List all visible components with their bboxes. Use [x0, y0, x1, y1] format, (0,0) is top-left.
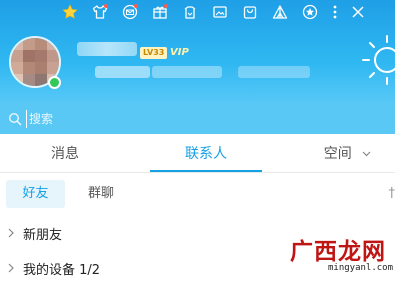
online-status-indicator: [48, 76, 61, 89]
signature-blurred: [152, 66, 222, 78]
close-icon[interactable]: [345, 0, 371, 24]
bag-icon[interactable]: [235, 0, 265, 24]
mail-icon[interactable]: [115, 0, 145, 24]
image-icon[interactable]: [205, 0, 235, 24]
signature-blurred: [95, 66, 150, 78]
search-bar: 搜索: [0, 104, 395, 134]
main-tabs: 消息 联系人 空间: [0, 134, 395, 173]
list-item-label: 新朋友: [23, 224, 62, 243]
subtab-friends[interactable]: 好友: [6, 180, 65, 208]
weather-sun-icon[interactable]: [359, 32, 395, 92]
qzone-icon[interactable]: [295, 0, 325, 24]
tab-contacts-label: 联系人: [185, 146, 227, 162]
watermark-url: mingyanl.com: [328, 263, 393, 273]
nickname-blurred: [77, 42, 137, 56]
top-toolbar: [55, 0, 371, 24]
star-icon[interactable]: [55, 0, 85, 24]
watermark: 广西龙网 mingyanl.com: [290, 232, 390, 280]
more-vertical-icon[interactable]: [325, 0, 345, 24]
level-badge[interactable]: LV33: [140, 47, 167, 59]
vip-badge[interactable]: VIP: [170, 46, 189, 59]
subtab-groups[interactable]: 群聊: [88, 180, 114, 208]
active-tab-indicator: [150, 170, 262, 172]
tab-messages-label: 消息: [51, 146, 79, 162]
tab-space-label: 空间: [324, 146, 352, 162]
chevron-down-icon: [362, 151, 371, 157]
profile-header: LV33 VIP: [0, 0, 395, 104]
search-icon: [8, 112, 22, 126]
shirt-icon[interactable]: [85, 0, 115, 24]
tent-icon[interactable]: [265, 0, 295, 24]
subtab-more[interactable]: †: [389, 180, 395, 208]
signature-blurred: [238, 66, 310, 78]
gift-icon[interactable]: [145, 0, 175, 24]
search-input[interactable]: 搜索: [26, 110, 229, 128]
chevron-right-icon: [7, 228, 15, 238]
chevron-right-icon: [7, 263, 15, 273]
tab-space[interactable]: 空间: [300, 134, 395, 172]
clothes-hanger-icon[interactable]: [175, 0, 205, 24]
tab-contacts[interactable]: 联系人: [150, 134, 262, 172]
contact-subtabs: 好友 群聊 †: [0, 180, 395, 208]
list-item-label: 我的设备 1/2: [23, 259, 100, 278]
watermark-text: 广西龙网: [290, 232, 386, 266]
tab-messages[interactable]: 消息: [0, 134, 130, 172]
